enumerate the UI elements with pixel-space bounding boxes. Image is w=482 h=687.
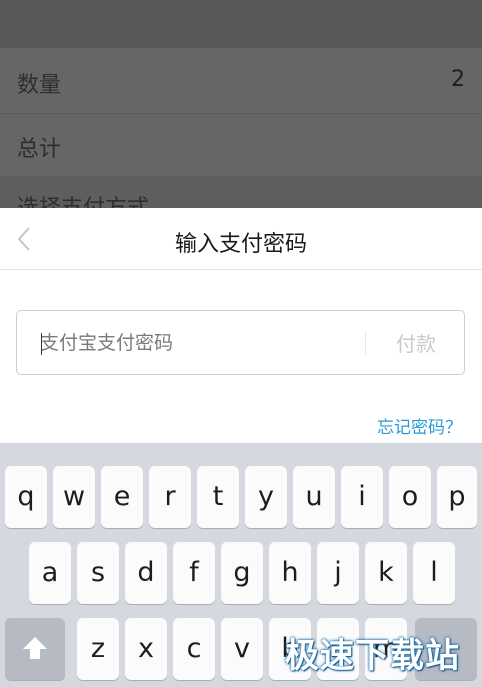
key-h[interactable]: h — [269, 542, 311, 604]
shift-key[interactable] — [5, 618, 65, 680]
password-field-box: 付款 — [16, 310, 465, 375]
order-page-background: 数量 2 总计 选择支付方式 — [0, 0, 482, 208]
key-k[interactable]: k — [365, 542, 407, 604]
sheet-header: 输入支付密码 — [0, 208, 482, 270]
key-x[interactable]: x — [125, 618, 167, 680]
shift-arrow-icon — [23, 637, 47, 659]
quantity-value: 2 — [451, 67, 465, 92]
key-o[interactable]: o — [389, 466, 431, 528]
key-j[interactable]: j — [317, 542, 359, 604]
key-c[interactable]: c — [173, 618, 215, 680]
key-z[interactable]: z — [77, 618, 119, 680]
payment-method-label: 选择支付方式 — [17, 190, 149, 208]
payment-method-row: 选择支付方式 — [0, 176, 482, 208]
key-g[interactable]: g — [221, 542, 263, 604]
watermark-text: 极速下载站 — [285, 636, 460, 676]
key-t[interactable]: t — [197, 466, 239, 528]
password-input[interactable] — [17, 311, 362, 374]
key-d[interactable]: d — [125, 542, 167, 604]
total-row: 总计 — [0, 114, 482, 176]
key-v[interactable]: v — [221, 618, 263, 680]
sheet-title: 输入支付密码 — [174, 232, 307, 257]
total-label: 总计 — [17, 137, 62, 162]
key-y[interactable]: y — [245, 466, 287, 528]
key-r[interactable]: r — [149, 466, 191, 528]
quantity-row: 数量 2 — [0, 50, 482, 114]
pay-button[interactable]: 付款 — [367, 311, 465, 374]
text-caret — [41, 333, 42, 355]
key-w[interactable]: w — [53, 466, 95, 528]
top-strip — [0, 0, 482, 48]
key-q[interactable]: q — [5, 466, 47, 528]
field-divider — [365, 331, 366, 355]
key-p[interactable]: p — [437, 466, 477, 528]
quantity-label: 数量 — [17, 73, 62, 98]
key-i[interactable]: i — [341, 466, 383, 528]
key-u[interactable]: u — [293, 466, 335, 528]
forgot-password-link[interactable]: 忘记密码？ — [377, 413, 462, 438]
key-l[interactable]: l — [413, 542, 455, 604]
key-s[interactable]: s — [77, 542, 119, 604]
key-f[interactable]: f — [173, 542, 215, 604]
key-e[interactable]: e — [101, 466, 143, 528]
payment-password-sheet: 输入支付密码 付款 忘记密码？ — [0, 208, 482, 443]
key-a[interactable]: a — [29, 542, 71, 604]
